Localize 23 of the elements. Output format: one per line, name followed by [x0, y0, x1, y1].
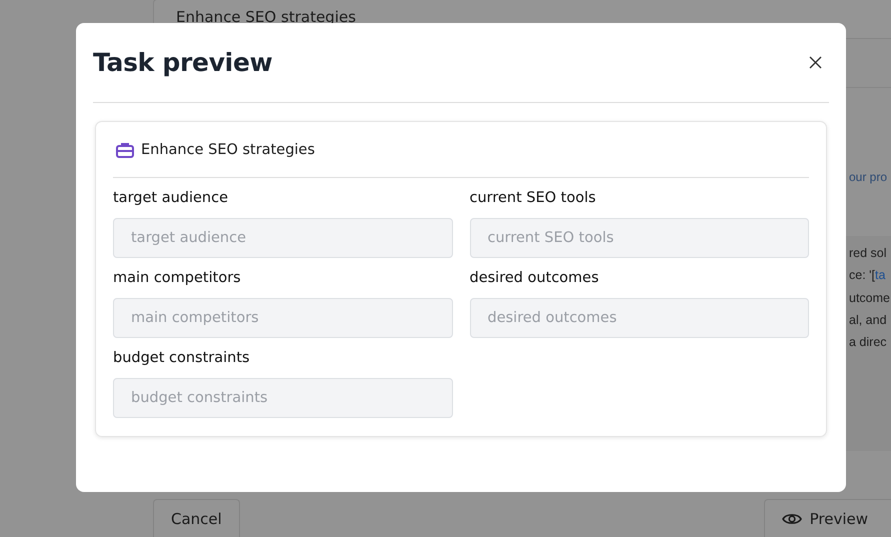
- card-title: Enhance SEO strategies: [141, 142, 315, 158]
- input-field[interactable]: budget constraints: [113, 378, 452, 418]
- input-field[interactable]: target audience: [113, 218, 452, 258]
- field-label: target audience: [113, 189, 230, 208]
- briefcase-icon: [116, 142, 134, 158]
- preview-button[interactable]: Preview: [764, 499, 891, 537]
- prompt-line: al, and: [848, 312, 888, 329]
- dialog-title: Task preview: [93, 48, 272, 77]
- field-label: main competitors: [113, 269, 242, 288]
- input-field[interactable]: current SEO tools: [470, 218, 809, 258]
- field-label: budget constraints: [113, 349, 251, 368]
- close-icon: [809, 56, 822, 69]
- input-field[interactable]: main competitors: [113, 298, 452, 338]
- field-label: current SEO tools: [470, 189, 597, 208]
- prompt-line: ce: '[ta: [848, 267, 886, 284]
- eye-icon: [782, 512, 802, 526]
- field-label: desired outcomes: [470, 269, 600, 288]
- hint-text: our pro: [848, 170, 888, 184]
- cancel-button[interactable]: Cancel: [153, 499, 240, 537]
- input-field[interactable]: desired outcomes: [470, 298, 809, 338]
- prompt-line: red sol: [848, 245, 888, 262]
- prompt-line: a direc: [848, 334, 888, 352]
- prompt-line: utcome: [848, 290, 891, 307]
